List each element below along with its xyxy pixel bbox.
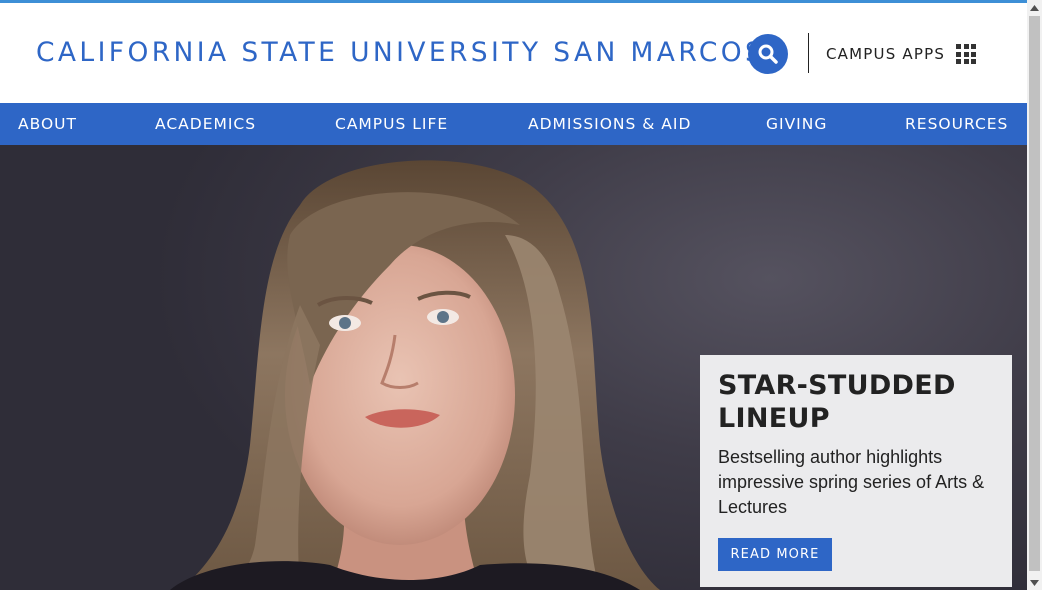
campus-apps-button[interactable]: CAMPUS APPS <box>826 44 977 64</box>
hero-slider: STAR-STUDDED LINEUP Bestselling author h… <box>0 145 1027 590</box>
nav-item-resources[interactable]: RESOURCES <box>905 103 1008 145</box>
nav-item-campus-life[interactable]: CAMPUS LIFE <box>335 103 448 145</box>
site-title-link[interactable]: CALIFORNIA STATE UNIVERSITY SAN MARCOS <box>36 37 754 68</box>
main-nav: ABOUT ACADEMICS CAMPUS LIFE ADMISSIONS &… <box>0 103 1027 145</box>
header-divider <box>808 33 809 73</box>
scroll-up-arrow[interactable] <box>1027 0 1042 15</box>
read-more-button[interactable]: READ MORE <box>718 538 832 571</box>
site-header: CALIFORNIA STATE UNIVERSITY SAN MARCOS C… <box>0 3 1027 103</box>
campus-apps-label: CAMPUS APPS <box>826 45 946 63</box>
nav-item-giving[interactable]: GIVING <box>766 103 827 145</box>
scroll-thumb[interactable] <box>1029 16 1040 571</box>
search-button[interactable] <box>748 34 788 74</box>
nav-item-academics[interactable]: ACADEMICS <box>155 103 256 145</box>
page-viewport: CALIFORNIA STATE UNIVERSITY SAN MARCOS C… <box>0 0 1027 590</box>
search-icon <box>758 44 778 64</box>
hero-caption-card: STAR-STUDDED LINEUP Bestselling author h… <box>700 355 1012 587</box>
nav-item-about[interactable]: ABOUT <box>18 103 77 145</box>
hero-caption-title: STAR-STUDDED LINEUP <box>718 370 956 434</box>
chevron-down-icon <box>1030 579 1039 586</box>
nav-item-admissions-aid[interactable]: ADMISSIONS & AID <box>528 103 691 145</box>
scroll-down-arrow[interactable] <box>1027 575 1042 590</box>
page-scrollbar[interactable] <box>1027 0 1042 590</box>
chevron-up-icon <box>1030 4 1039 11</box>
grid-icon <box>956 44 977 64</box>
hero-caption-text: Bestselling author highlights impressive… <box>718 447 985 517</box>
